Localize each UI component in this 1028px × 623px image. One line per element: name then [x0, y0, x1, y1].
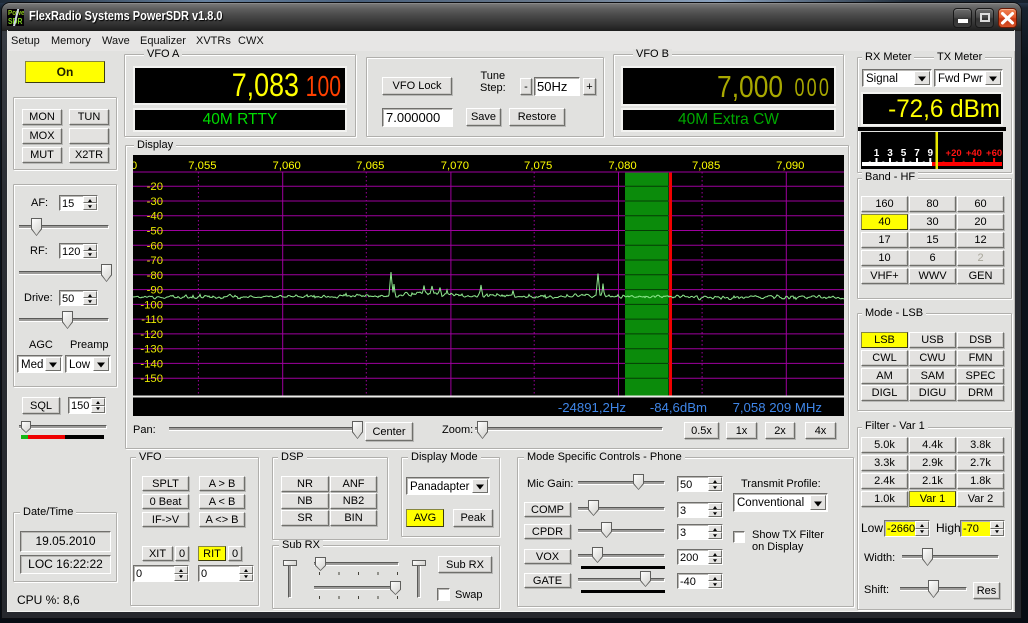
svg-text:1: 1 [874, 148, 880, 159]
svg-text:-120: -120 [140, 329, 163, 341]
svg-text:7,085: 7,085 [692, 160, 720, 172]
svg-text:7,055: 7,055 [188, 160, 216, 172]
svg-text:-20: -20 [147, 181, 163, 193]
svg-text:-100: -100 [140, 299, 163, 311]
svg-text:7,075: 7,075 [524, 160, 552, 172]
svg-text:9: 9 [928, 148, 934, 159]
svg-text:7,065: 7,065 [356, 160, 384, 172]
svg-text:-60: -60 [147, 240, 163, 252]
svg-text:-40: -40 [147, 211, 163, 223]
svg-text:7: 7 [914, 148, 920, 159]
svg-text:3: 3 [887, 148, 893, 159]
svg-text:-140: -140 [140, 358, 163, 370]
svg-text:7,090: 7,090 [776, 160, 804, 172]
svg-text:7,070: 7,070 [441, 160, 469, 172]
svg-text:+60: +60 [986, 148, 1002, 159]
svg-text:7,080: 7,080 [608, 160, 636, 172]
svg-text:-130: -130 [140, 344, 163, 356]
svg-text:-84,6dBm: -84,6dBm [650, 400, 707, 415]
svg-text:7,060: 7,060 [273, 160, 301, 172]
svg-text:-24891,2Hz: -24891,2Hz [558, 400, 626, 415]
svg-text:-50: -50 [147, 226, 163, 238]
svg-text:5: 5 [901, 148, 907, 159]
svg-text:7,058 209 MHz: 7,058 209 MHz [733, 400, 822, 415]
svg-text:-70: -70 [147, 255, 163, 267]
svg-text:-80: -80 [147, 270, 163, 282]
svg-text:7,050: 7,050 [133, 160, 137, 172]
svg-text:-150: -150 [140, 373, 163, 385]
svg-text:-110: -110 [141, 314, 163, 326]
svg-text:+40: +40 [966, 148, 982, 159]
svg-text:+20: +20 [946, 148, 962, 159]
svg-text:-90: -90 [147, 285, 163, 297]
svg-text:-30: -30 [147, 196, 163, 208]
